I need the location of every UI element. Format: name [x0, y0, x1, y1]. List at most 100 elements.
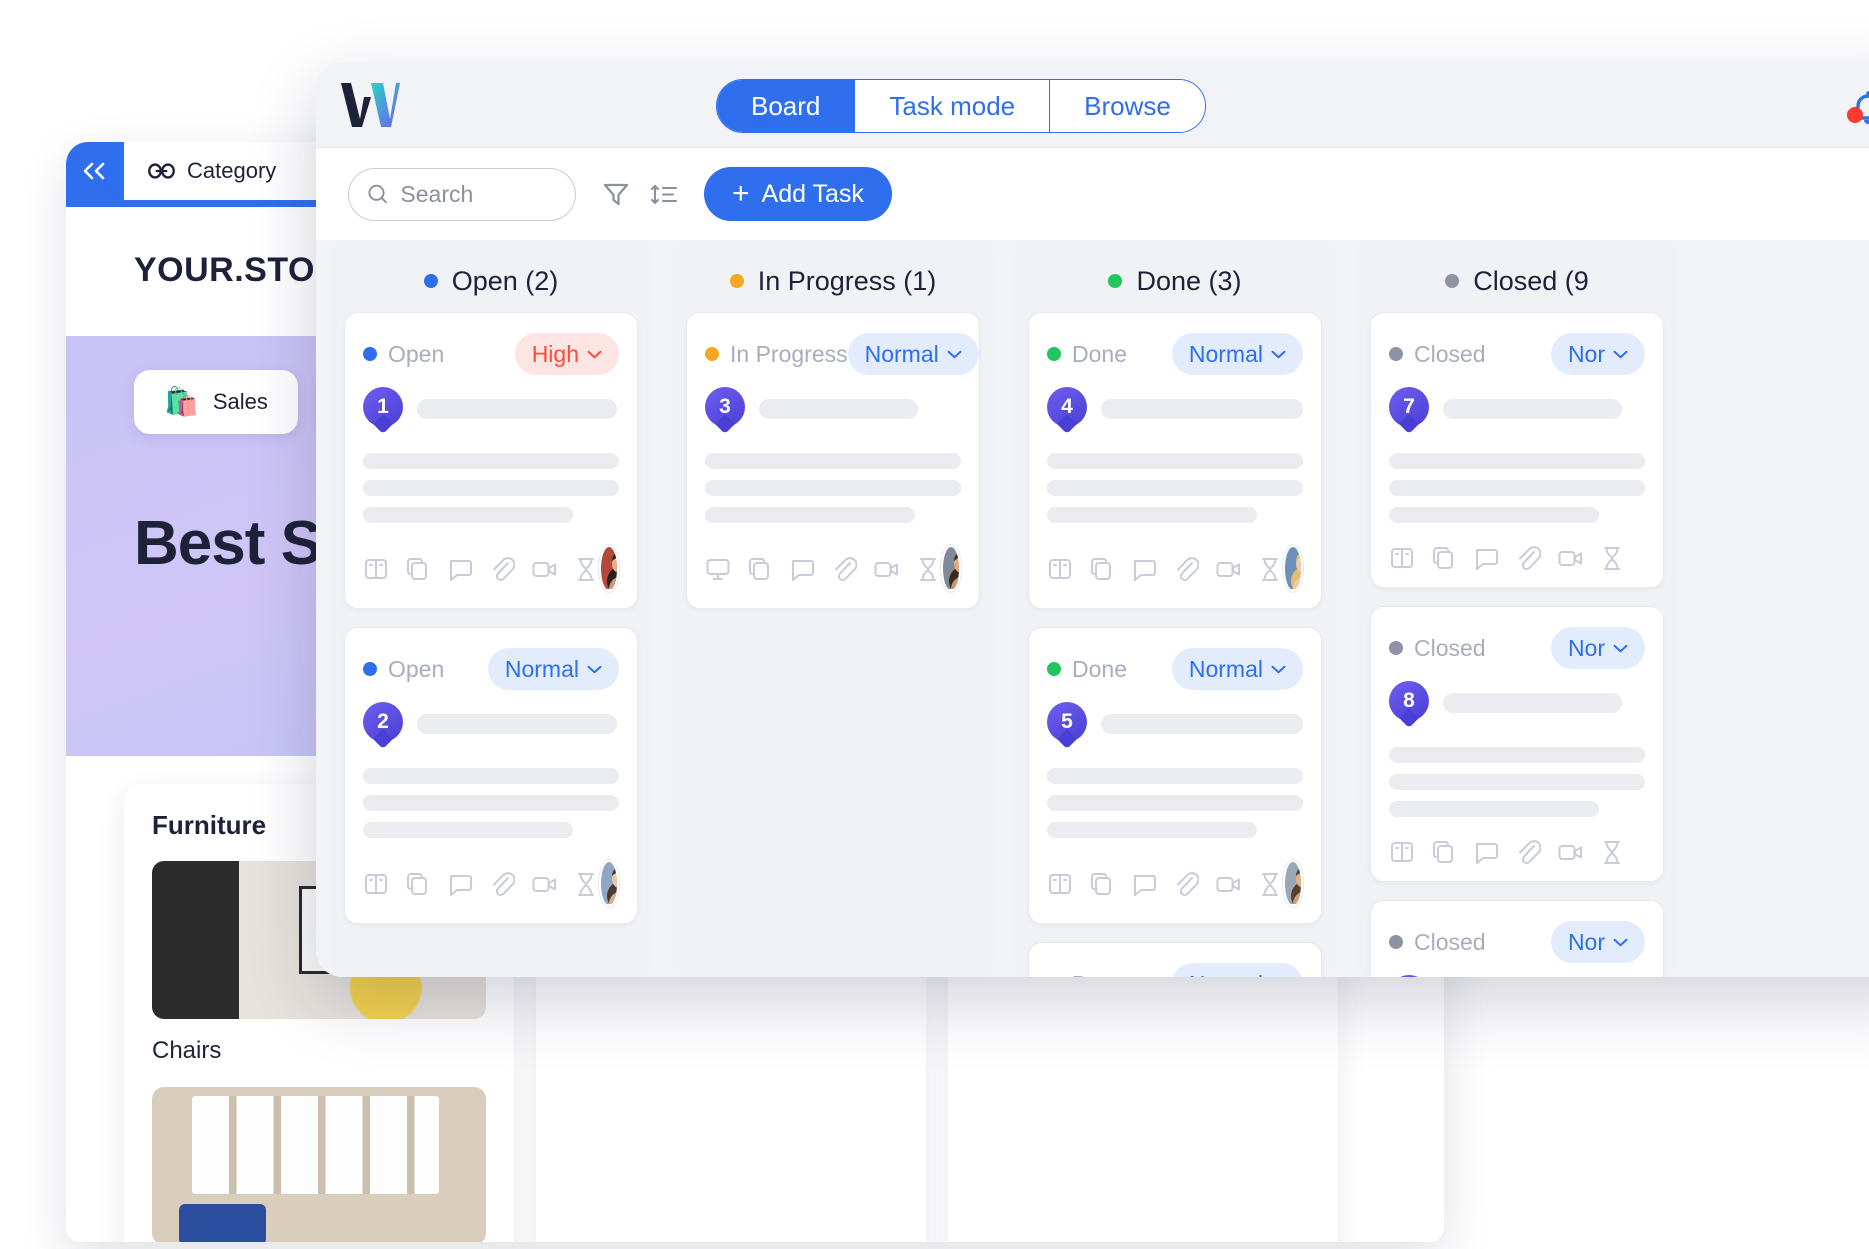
task-card[interactable]: Done Normal 5 — [1028, 627, 1322, 924]
attachment-icon[interactable] — [831, 556, 857, 582]
attachment-icon[interactable] — [1173, 871, 1199, 897]
priority-selector[interactable]: Nor — [1550, 627, 1645, 669]
chip-sales[interactable]: 🛍️ Sales — [134, 370, 298, 434]
priority-selector[interactable]: Normal — [487, 648, 619, 690]
card-status[interactable]: Done — [1047, 341, 1127, 368]
task-card[interactable]: Open High 1 — [344, 312, 638, 609]
comment-icon[interactable] — [447, 556, 473, 582]
card-header: Closed Nor — [1389, 919, 1645, 965]
copy-icon[interactable] — [405, 871, 431, 897]
sidebar-collapse-button[interactable] — [66, 142, 124, 200]
hourglass-icon[interactable] — [1257, 556, 1283, 582]
skeleton-title — [1101, 399, 1303, 419]
comment-icon[interactable] — [1473, 545, 1499, 571]
priority-label: Normal — [1189, 971, 1263, 978]
comment-icon[interactable] — [1131, 556, 1157, 582]
attachment-icon[interactable] — [489, 556, 515, 582]
comment-icon[interactable] — [1131, 871, 1157, 897]
skeleton-title — [759, 399, 918, 419]
card-status[interactable]: Done — [1047, 971, 1127, 978]
search-box[interactable] — [348, 167, 576, 221]
card-header: Open Normal — [363, 646, 619, 692]
sort-icon[interactable] — [648, 178, 680, 210]
task-card[interactable]: DoneNormal6 — [1028, 942, 1322, 977]
board-icon[interactable] — [1047, 556, 1073, 582]
board-icon[interactable] — [363, 556, 389, 582]
notifications-button[interactable] — [1836, 84, 1869, 134]
copy-icon[interactable] — [1089, 871, 1115, 897]
double-chevron-left-icon — [83, 162, 105, 180]
priority-selector[interactable]: Normal — [1171, 963, 1303, 978]
board-icon[interactable] — [1389, 839, 1415, 865]
card-status[interactable]: Open — [363, 656, 444, 683]
view-mode-segmented-control[interactable]: Board Task mode Browse — [716, 79, 1206, 133]
video-icon[interactable] — [531, 871, 557, 897]
tab-task-mode[interactable]: Task mode — [855, 80, 1051, 132]
copy-icon[interactable] — [1431, 839, 1457, 865]
hourglass-icon[interactable] — [1257, 871, 1283, 897]
hourglass-icon[interactable] — [1599, 545, 1625, 571]
copy-icon[interactable] — [405, 556, 431, 582]
assignee-avatar[interactable] — [599, 860, 619, 907]
attachment-icon[interactable] — [489, 871, 515, 897]
tab-board[interactable]: Board — [717, 80, 856, 132]
add-task-button[interactable]: + Add Task — [704, 167, 892, 221]
attachment-icon[interactable] — [1515, 545, 1541, 571]
card-icon-row — [1389, 545, 1625, 571]
assignee-avatar[interactable] — [1283, 860, 1303, 907]
video-icon[interactable] — [1557, 839, 1583, 865]
hourglass-icon[interactable] — [573, 871, 599, 897]
card-status[interactable]: Closed — [1389, 341, 1486, 368]
hourglass-icon[interactable] — [573, 556, 599, 582]
monitor-icon[interactable] — [705, 556, 731, 582]
hourglass-icon[interactable] — [915, 556, 941, 582]
card-status[interactable]: Open — [363, 341, 444, 368]
store-tab-category[interactable]: Category — [124, 142, 303, 200]
assignee-avatar[interactable] — [1283, 545, 1303, 592]
column-title: In Progress (1) — [757, 265, 937, 296]
card-status[interactable]: Done — [1047, 656, 1127, 683]
filter-icon[interactable] — [600, 178, 632, 210]
video-icon[interactable] — [873, 556, 899, 582]
comment-icon[interactable] — [1473, 839, 1499, 865]
attachment-icon[interactable] — [1515, 839, 1541, 865]
avatar-image — [1285, 547, 1301, 589]
video-icon[interactable] — [1215, 871, 1241, 897]
priority-selector[interactable]: Nor — [1550, 921, 1645, 963]
card-status[interactable]: Closed — [1389, 929, 1486, 956]
copy-icon[interactable] — [1431, 545, 1457, 571]
card-status[interactable]: Closed — [1389, 635, 1486, 662]
skeleton-body — [363, 768, 619, 838]
task-card[interactable]: Done Normal 4 — [1028, 312, 1322, 609]
copy-icon[interactable] — [747, 556, 773, 582]
video-icon[interactable] — [531, 556, 557, 582]
task-card[interactable]: In Progress Normal 3 — [686, 312, 980, 609]
priority-selector[interactable]: High — [514, 333, 619, 375]
tab-browse[interactable]: Browse — [1050, 80, 1205, 132]
hourglass-icon[interactable] — [1599, 839, 1625, 865]
card-status[interactable]: In Progress — [705, 341, 848, 368]
search-input[interactable] — [400, 180, 557, 208]
attachment-icon[interactable] — [1173, 556, 1199, 582]
video-icon[interactable] — [1215, 556, 1241, 582]
board-columns: Open (2) Open High 1 Open Normal 2 In Progress … — [316, 240, 1869, 977]
assignee-avatar[interactable] — [941, 545, 961, 592]
comment-icon[interactable] — [789, 556, 815, 582]
priority-selector[interactable]: Normal — [847, 333, 979, 375]
board-icon[interactable] — [1389, 545, 1415, 571]
task-card[interactable]: Closed Nor 8 — [1370, 606, 1664, 882]
board-icon[interactable] — [363, 871, 389, 897]
copy-icon[interactable] — [1089, 556, 1115, 582]
task-card[interactable]: Closed Nor 9 — [1370, 900, 1664, 977]
task-card[interactable]: Open Normal 2 — [344, 627, 638, 924]
card-header: Open High — [363, 331, 619, 377]
chevron-down-icon — [1613, 938, 1628, 946]
priority-selector[interactable]: Normal — [1171, 333, 1303, 375]
priority-selector[interactable]: Normal — [1171, 648, 1303, 690]
video-icon[interactable] — [1557, 545, 1583, 571]
board-icon[interactable] — [1047, 871, 1073, 897]
assignee-avatar[interactable] — [599, 545, 619, 592]
priority-selector[interactable]: Nor — [1550, 333, 1645, 375]
comment-icon[interactable] — [447, 871, 473, 897]
task-card[interactable]: Closed Nor 7 — [1370, 312, 1664, 588]
